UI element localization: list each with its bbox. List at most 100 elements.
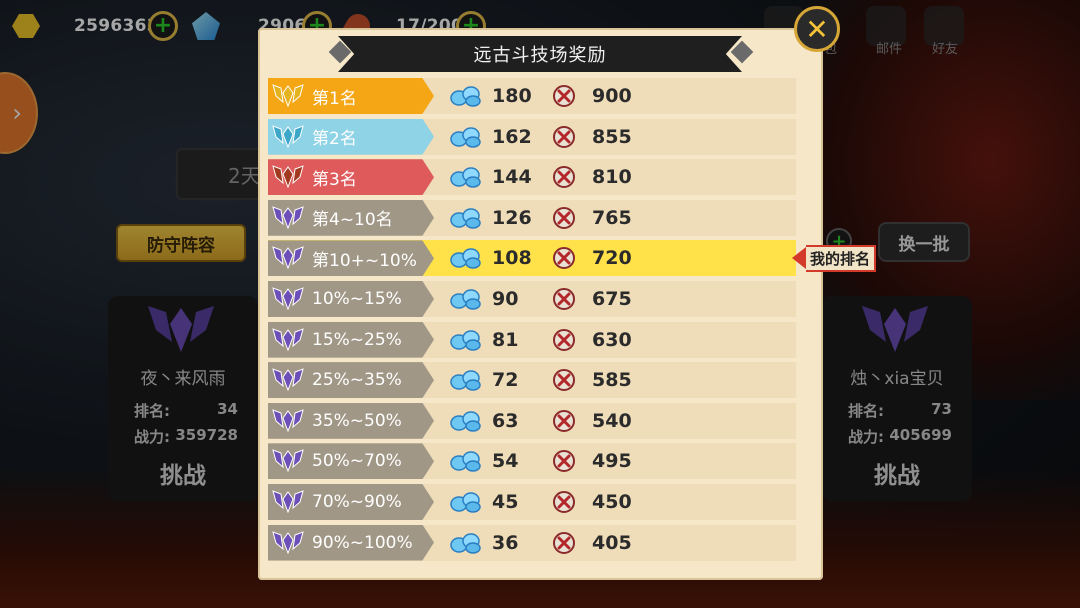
crystal-reward: 63 bbox=[450, 403, 518, 439]
crystal-reward: 36 bbox=[450, 525, 518, 561]
rank-wing-icon bbox=[272, 327, 304, 351]
crystal-reward: 54 bbox=[450, 443, 518, 479]
rank-range-label: 第4~10名 bbox=[312, 210, 393, 231]
pointer-arrow-icon bbox=[792, 247, 806, 269]
crystal-amount: 108 bbox=[492, 247, 532, 270]
token-reward: 540 bbox=[552, 403, 632, 439]
crystal-reward: 90 bbox=[450, 281, 518, 317]
crystal-amount: 63 bbox=[492, 409, 519, 432]
crystal-amount: 72 bbox=[492, 369, 519, 392]
crystal-reward: 45 bbox=[450, 484, 518, 520]
rank-range-label: 70%~90% bbox=[312, 491, 402, 512]
rank-wing-icon bbox=[272, 368, 304, 392]
crystal-cluster-icon bbox=[450, 451, 481, 473]
rank-tab: 第4~10名 bbox=[268, 199, 434, 236]
crystal-amount: 81 bbox=[492, 328, 519, 351]
token-reward: 900 bbox=[552, 78, 632, 114]
token-reward: 585 bbox=[552, 362, 632, 398]
my-rank-label: 我的排名 bbox=[806, 244, 877, 272]
my-rank-indicator: 我的排名 bbox=[792, 244, 877, 272]
close-icon: ✕ bbox=[805, 12, 829, 46]
crystal-cluster-icon bbox=[450, 411, 481, 432]
rank-tab: 第1名 bbox=[268, 78, 434, 114]
crystal-cluster-icon bbox=[450, 532, 481, 554]
reward-row: 第2名 162 855 bbox=[268, 118, 796, 155]
crystal-cluster-icon bbox=[450, 126, 481, 148]
rank-tab: 25%~35% bbox=[268, 362, 434, 399]
reward-row: 第3名 144 810 bbox=[268, 159, 796, 196]
arena-token-icon bbox=[553, 125, 575, 148]
rank-range-label: 90%~100% bbox=[312, 532, 413, 553]
reward-row: 50%~70% 54 495 bbox=[268, 443, 796, 480]
crystal-cluster-icon bbox=[450, 492, 481, 513]
token-reward: 405 bbox=[552, 525, 632, 561]
rank-wing-icon bbox=[272, 124, 304, 148]
crystal-amount: 126 bbox=[492, 206, 532, 229]
arena-token-icon bbox=[553, 287, 575, 310]
arena-token-icon bbox=[553, 206, 575, 229]
rank-tab: 15%~25% bbox=[268, 321, 434, 358]
token-reward: 810 bbox=[552, 159, 632, 195]
close-button[interactable]: ✕ bbox=[794, 6, 840, 52]
rank-wing-icon bbox=[272, 530, 304, 554]
token-amount: 855 bbox=[592, 125, 632, 148]
crystal-cluster-icon bbox=[450, 208, 481, 229]
crystal-cluster-icon bbox=[450, 167, 481, 188]
crystal-cluster-icon bbox=[450, 248, 481, 270]
token-amount: 630 bbox=[592, 328, 632, 351]
rank-range-label: 第1名 bbox=[312, 88, 357, 109]
crystal-reward: 108 bbox=[450, 240, 532, 276]
rank-wing-icon bbox=[272, 165, 304, 189]
rank-tab: 第2名 bbox=[268, 118, 434, 155]
arena-token-icon bbox=[553, 85, 575, 107]
token-reward: 495 bbox=[552, 443, 632, 479]
rank-range-label: 15%~25% bbox=[312, 329, 402, 350]
rank-wing-icon bbox=[272, 490, 304, 514]
crystal-amount: 36 bbox=[492, 531, 519, 554]
rank-wing-icon bbox=[272, 449, 304, 473]
rank-wing-icon bbox=[272, 408, 304, 433]
reward-row: 第1名 180 900 bbox=[268, 78, 796, 114]
crystal-amount: 90 bbox=[492, 287, 519, 310]
arena-token-icon bbox=[553, 328, 575, 351]
rank-wing-icon bbox=[272, 246, 304, 270]
arena-rewards-dialog: 远古斗技场奖励 第1名 180 900 第2名 162 855 第3名 144 810 第4~10… bbox=[258, 28, 823, 580]
arena-token-icon bbox=[553, 247, 575, 270]
crystal-amount: 45 bbox=[492, 490, 519, 513]
crystal-amount: 162 bbox=[492, 125, 532, 148]
arena-token-icon bbox=[553, 409, 575, 432]
crystal-cluster-icon bbox=[450, 289, 481, 310]
rank-tab: 第10+~10% bbox=[268, 240, 434, 277]
token-amount: 585 bbox=[592, 369, 632, 392]
arena-token-icon bbox=[553, 490, 575, 513]
arena-token-icon bbox=[553, 450, 575, 473]
reward-row-my-rank: 第10+~10% 108 720 bbox=[268, 240, 796, 277]
crystal-reward: 72 bbox=[450, 362, 518, 398]
rank-tab: 35%~50% bbox=[268, 402, 434, 439]
token-amount: 720 bbox=[592, 247, 632, 270]
rank-wing-icon bbox=[272, 287, 304, 311]
crystal-reward: 144 bbox=[450, 159, 532, 195]
rank-range-label: 50%~70% bbox=[312, 451, 402, 472]
token-amount: 405 bbox=[592, 531, 632, 554]
crystal-reward: 81 bbox=[450, 322, 518, 358]
crystal-cluster-icon bbox=[450, 329, 481, 351]
token-reward: 630 bbox=[552, 322, 632, 358]
reward-row: 10%~15% 90 675 bbox=[268, 280, 796, 317]
crystal-reward: 180 bbox=[450, 78, 532, 114]
rank-tab: 70%~90% bbox=[268, 483, 434, 520]
token-reward: 855 bbox=[552, 119, 632, 155]
rank-wing-icon bbox=[272, 84, 304, 108]
rank-tab: 10%~15% bbox=[268, 280, 434, 317]
reward-row: 35%~50% 63 540 bbox=[268, 402, 796, 439]
token-amount: 765 bbox=[592, 206, 632, 229]
crystal-cluster-icon bbox=[450, 86, 481, 107]
rank-tab: 90%~100% bbox=[268, 524, 434, 561]
reward-table: 第1名 180 900 第2名 162 855 第3名 144 810 第4~10名 126 765 第… bbox=[268, 78, 796, 565]
token-amount: 810 bbox=[592, 166, 632, 189]
crystal-amount: 54 bbox=[492, 450, 519, 473]
token-amount: 675 bbox=[592, 287, 632, 310]
token-reward: 765 bbox=[552, 200, 632, 236]
reward-row: 15%~25% 81 630 bbox=[268, 321, 796, 358]
reward-row: 90%~100% 36 405 bbox=[268, 524, 796, 561]
